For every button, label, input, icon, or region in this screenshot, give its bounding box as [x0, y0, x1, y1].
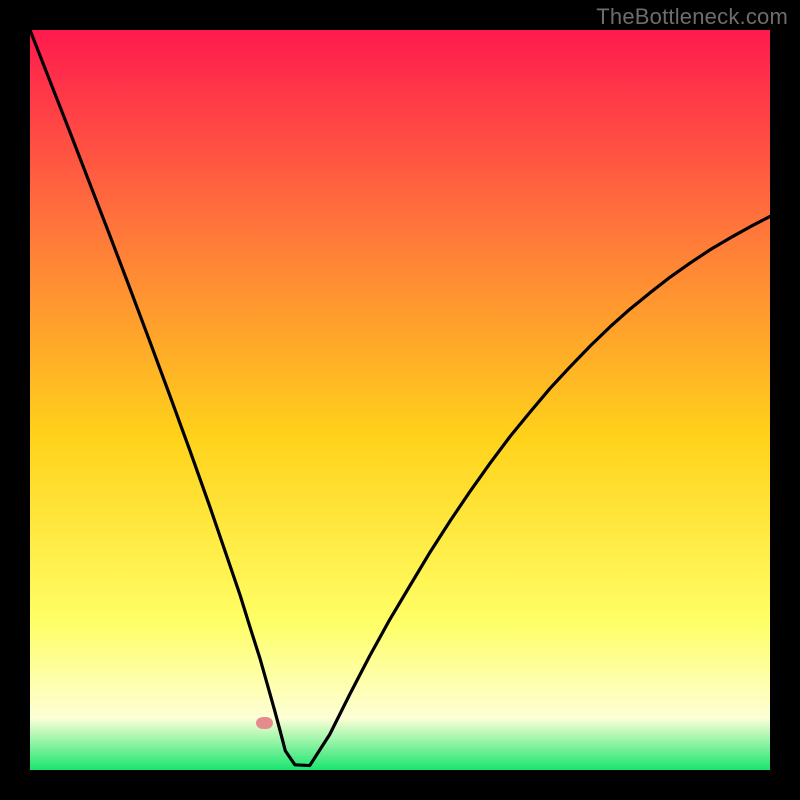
watermark-text: TheBottleneck.com [596, 4, 788, 30]
plot-area [30, 30, 770, 770]
chart-stage: TheBottleneck.com [0, 0, 800, 800]
gradient-background [30, 30, 770, 770]
chart-svg [30, 30, 770, 770]
min-marker [256, 717, 273, 729]
